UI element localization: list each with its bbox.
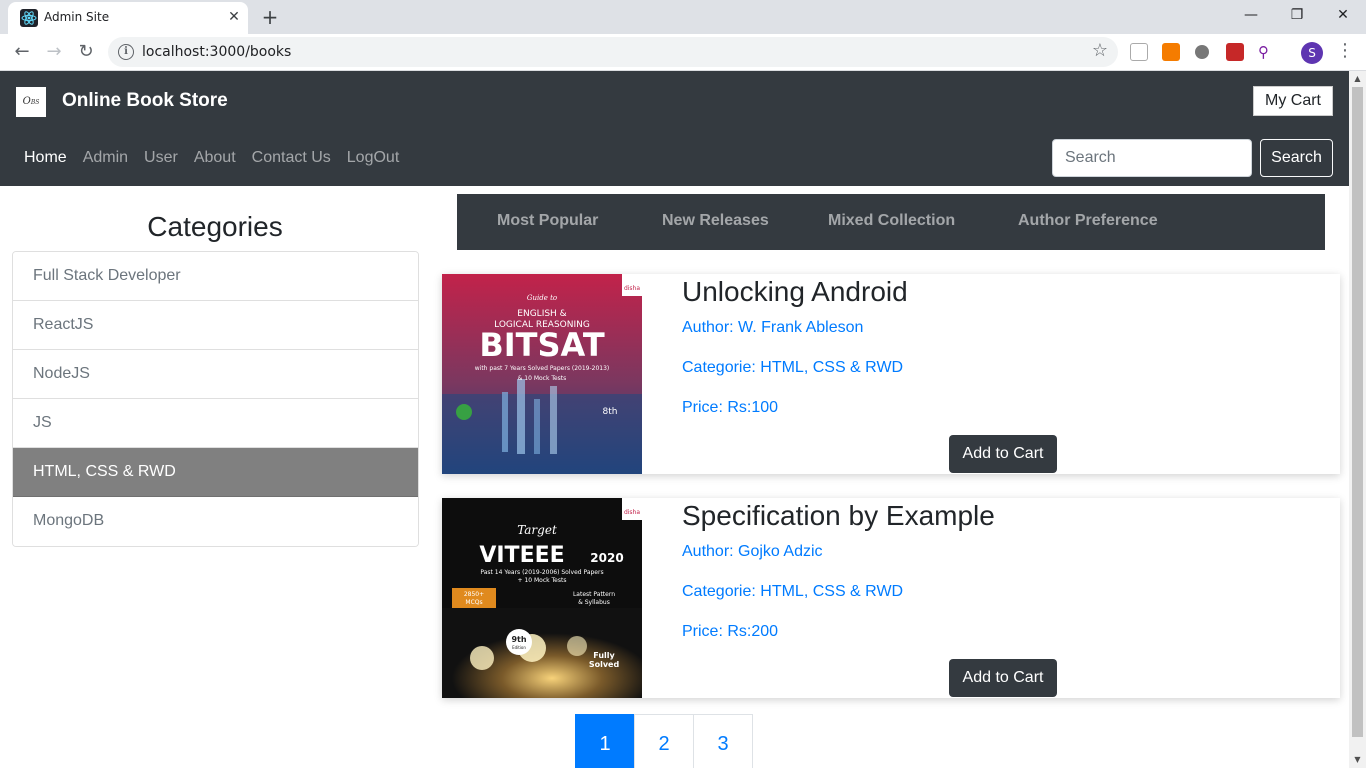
cover-text: Latest Pattern — [573, 591, 615, 598]
site-logo[interactable]: OBS — [16, 87, 46, 117]
address-bar[interactable]: i localhost:3000/books ☆ — [108, 37, 1118, 67]
cover-publisher: disha — [624, 285, 640, 292]
restore-icon[interactable]: ❐ — [1274, 0, 1320, 32]
pagination: 1 2 3 — [575, 714, 753, 768]
site-navbar: OBS Online Book Store My Cart Home Admin U… — [0, 71, 1349, 186]
browser-tab[interactable]: Admin Site ✕ — [8, 2, 248, 34]
cover-text: ENGLISH & — [517, 309, 566, 319]
category-item-active[interactable]: HTML, CSS & RWD — [13, 448, 418, 497]
nav-about[interactable]: About — [194, 149, 236, 166]
cover-edition: 9th — [511, 635, 526, 644]
nav-admin[interactable]: Admin — [83, 149, 128, 166]
url-text: localhost:3000/books — [142, 44, 292, 60]
nav-logout[interactable]: LogOut — [347, 149, 399, 166]
book-cover-image: disha Target VITEEE 2020 Past 14 Years (… — [442, 498, 642, 698]
cover-edition: 8th — [603, 407, 618, 417]
extension-search-icon[interactable]: ⚲ — [1258, 43, 1276, 61]
nav-contact[interactable]: Contact Us — [252, 149, 331, 166]
filter-tabs: Most Popular New Releases Mixed Collecti… — [457, 194, 1325, 250]
vertical-scrollbar[interactable]: ▲ ▼ — [1349, 71, 1366, 768]
category-item[interactable]: JS — [13, 399, 418, 448]
window-close-icon[interactable]: ✕ — [1320, 0, 1366, 32]
tab-new-releases[interactable]: New Releases — [662, 212, 769, 230]
search-input[interactable] — [1052, 139, 1252, 177]
tab-most-popular[interactable]: Most Popular — [497, 212, 598, 230]
cover-title: VITEEE — [479, 543, 564, 568]
book-price: Price: Rs:200 — [682, 623, 779, 640]
scroll-down-icon[interactable]: ▼ — [1349, 752, 1366, 768]
page-viewport: OBS Online Book Store My Cart Home Admin U… — [0, 71, 1366, 768]
nav-home[interactable]: Home — [24, 149, 67, 166]
my-cart-button[interactable]: My Cart — [1253, 86, 1333, 116]
book-title[interactable]: Unlocking Android — [682, 276, 908, 308]
cover-text: Target — [517, 523, 557, 537]
cover-badge: 2850+ — [464, 591, 484, 598]
cover-text: Past 14 Years (2019-2006) Solved Papers — [480, 569, 603, 576]
tab-title: Admin Site — [44, 10, 110, 24]
browser-menu-icon[interactable]: ⋮ — [1336, 40, 1354, 61]
cover-text: & Syllabus — [578, 599, 610, 606]
back-arrow-icon[interactable]: ← — [8, 38, 36, 66]
tab-mixed-collection[interactable]: Mixed Collection — [828, 212, 955, 230]
book-author[interactable]: Author: W. Frank Ableson — [682, 319, 863, 337]
page-link[interactable]: 3 — [693, 714, 753, 768]
category-item[interactable]: NodeJS — [13, 350, 418, 399]
site-brand[interactable]: Online Book Store — [62, 90, 228, 112]
search-button[interactable]: Search — [1260, 139, 1333, 177]
category-item[interactable]: MongoDB — [13, 497, 418, 546]
cover-text: + 10 Mock Tests — [518, 577, 567, 584]
browser-tabstrip: Admin Site ✕ + — ❐ ✕ — [0, 0, 1366, 34]
page-link[interactable]: 2 — [634, 714, 694, 768]
cover-text: with past 7 Years Solved Papers (2019-20… — [475, 365, 609, 372]
cover-edition: Edition — [512, 645, 526, 650]
browser-toolbar: ← → ↻ i localhost:3000/books ☆ ⚲ S ⋮ — [0, 34, 1366, 71]
tab-close-icon[interactable]: ✕ — [224, 7, 244, 27]
category-item[interactable]: Full Stack Developer — [13, 252, 418, 301]
cover-badge: MCQs — [465, 599, 482, 606]
add-to-cart-button[interactable]: Add to Cart — [949, 435, 1057, 473]
cover-year: 2020 — [590, 551, 623, 565]
add-to-cart-button[interactable]: Add to Cart — [949, 659, 1057, 697]
book-title[interactable]: Specification by Example — [682, 500, 995, 532]
extension-circle-icon[interactable] — [1195, 45, 1209, 59]
react-favicon-icon — [20, 9, 38, 27]
nav-user[interactable]: User — [144, 149, 178, 166]
minimize-icon[interactable]: — — [1228, 0, 1274, 32]
category-list: Full Stack Developer ReactJS NodeJS JS H… — [12, 251, 419, 547]
bookmark-star-icon[interactable]: ☆ — [1092, 40, 1108, 61]
book-author[interactable]: Author: Gojko Adzic — [682, 543, 823, 561]
extension-reader-icon[interactable] — [1130, 43, 1148, 61]
cover-text: & 10 Mock Tests — [518, 375, 567, 382]
cover-publisher: disha — [624, 509, 640, 516]
cover-title: BITSAT — [479, 326, 604, 364]
book-price: Price: Rs:100 — [682, 399, 779, 416]
cover-text: Fully — [593, 651, 615, 660]
book-card: disha Target VITEEE 2020 Past 14 Years (… — [442, 498, 1340, 698]
book-category[interactable]: Categorie: HTML, CSS & RWD — [682, 583, 903, 601]
forward-arrow-icon[interactable]: → — [40, 38, 68, 66]
book-category[interactable]: Categorie: HTML, CSS & RWD — [682, 359, 903, 377]
extension-red-icon[interactable] — [1226, 43, 1244, 61]
profile-avatar[interactable]: S — [1301, 42, 1323, 64]
reload-icon[interactable]: ↻ — [72, 38, 100, 66]
main-nav: Home Admin User About Contact Us LogOut — [24, 149, 415, 167]
scroll-thumb[interactable] — [1352, 87, 1363, 737]
cover-text: Solved — [589, 660, 620, 669]
extension-orange-icon[interactable] — [1162, 43, 1180, 61]
book-cover-image: disha Guide to ENGLISH & LOGICAL REASONI… — [442, 274, 642, 474]
cover-text: Guide to — [527, 294, 557, 302]
scroll-up-icon[interactable]: ▲ — [1349, 71, 1366, 87]
category-item[interactable]: ReactJS — [13, 301, 418, 350]
new-tab-button[interactable]: + — [258, 5, 282, 29]
site-info-icon[interactable]: i — [118, 44, 134, 60]
book-card: disha Guide to ENGLISH & LOGICAL REASONI… — [442, 274, 1340, 474]
categories-heading: Categories — [147, 211, 283, 242]
tab-author-preference[interactable]: Author Preference — [1018, 212, 1158, 230]
page-link-active[interactable]: 1 — [575, 714, 635, 768]
